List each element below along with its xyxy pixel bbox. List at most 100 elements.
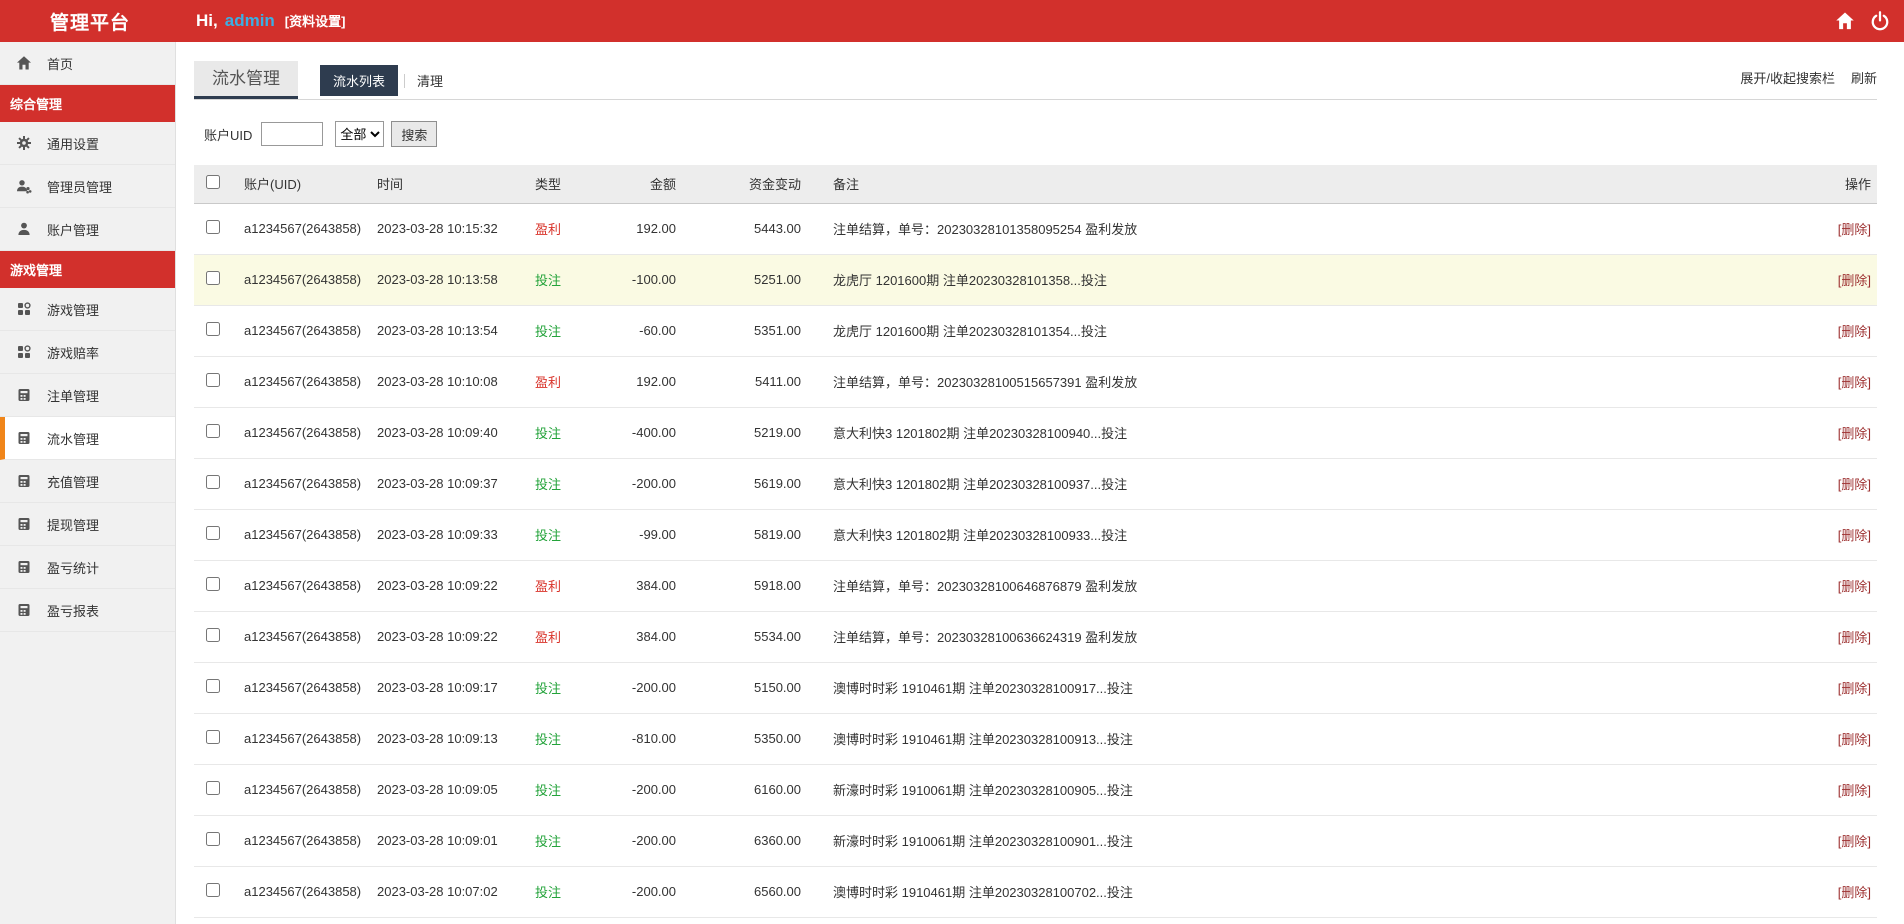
sidebar-item-11[interactable]: 提现管理: [0, 503, 175, 546]
sidebar: 首页 综合管理 通用设置 管理员管理 账户管理 游戏管理 游戏管理 游戏赔率 注单管理 流水管理充…: [0, 42, 176, 924]
sidebar-item-8[interactable]: 注单管理: [0, 374, 175, 417]
col-ops: 操作: [1802, 165, 1877, 204]
row-checkbox[interactable]: [206, 220, 220, 234]
row-checkbox[interactable]: [206, 373, 220, 387]
cell-amount: -100.00: [619, 254, 684, 306]
sidebar-item-4[interactable]: 账户管理: [0, 208, 175, 251]
sidebar-item-label: 流水管理: [47, 431, 100, 447]
page-tab-flow-management[interactable]: 流水管理: [194, 61, 298, 99]
sidebar-section-1: 综合管理: [0, 85, 175, 122]
sidebar-item-7[interactable]: 游戏赔率: [0, 331, 175, 374]
delete-link[interactable]: [删除]: [1838, 222, 1871, 237]
delete-link[interactable]: [删除]: [1838, 630, 1871, 645]
cell-remark: 澳博时时彩 1910461期 注单20230328100917...投注: [809, 662, 1802, 714]
row-checkbox[interactable]: [206, 424, 220, 438]
cell-remark: 注单结算，单号：20230328100646876879 盈利发放: [809, 560, 1802, 612]
cell-type: 投注: [529, 254, 619, 306]
cell-amount: -810.00: [619, 713, 684, 765]
type-select[interactable]: 全部: [335, 121, 385, 147]
delete-link[interactable]: [删除]: [1838, 885, 1871, 900]
sidebar-item-label: 通用设置: [47, 136, 100, 152]
select-all-checkbox[interactable]: [206, 175, 220, 190]
cell-balance: 5411.00: [684, 356, 809, 408]
table-row: a1234567(2643858) 2023-03-28 10:09:05 投注 -2…: [194, 764, 1877, 816]
sidebar-item-2[interactable]: 通用设置: [0, 122, 175, 165]
delete-link[interactable]: [删除]: [1838, 477, 1871, 492]
form-icon: [16, 516, 32, 532]
sidebar-item-10[interactable]: 充值管理: [0, 460, 175, 503]
user-icon: [16, 221, 32, 237]
cell-balance: 6360.00: [684, 815, 809, 867]
row-checkbox[interactable]: [206, 781, 220, 795]
row-checkbox[interactable]: [206, 730, 220, 744]
sidebar-item-12[interactable]: 盈亏统计: [0, 546, 175, 589]
sidebar-item-9[interactable]: 流水管理: [0, 417, 175, 460]
cell-amount: -200.00: [619, 815, 684, 867]
cell-time: 2023-03-28 10:09:22: [369, 611, 529, 663]
cell-amount: -200.00: [619, 764, 684, 816]
sidebar-item-13[interactable]: 盈亏报表: [0, 589, 175, 632]
uid-input[interactable]: [261, 122, 324, 146]
cell-remark: 注单结算，单号：20230328101358095254 盈利发放: [809, 203, 1802, 255]
cell-balance: 5534.00: [684, 611, 809, 663]
table-row: a1234567(2643858) 2023-03-28 10:07:02 投注 -2…: [194, 866, 1877, 918]
delete-link[interactable]: [删除]: [1838, 732, 1871, 747]
cell-remark: 意大利快3 1201802期 注单20230328100937...投注: [809, 458, 1802, 510]
cell-time: 2023-03-28 10:10:08: [369, 356, 529, 408]
cell-type: 投注: [529, 407, 619, 459]
delete-link[interactable]: [删除]: [1838, 375, 1871, 390]
cell-type: 投注: [529, 764, 619, 816]
cell-balance: 5443.00: [684, 203, 809, 255]
cell-remark: 澳博时时彩 1910461期 注单20230328100702...投注: [809, 866, 1802, 918]
delete-link[interactable]: [删除]: [1838, 273, 1871, 288]
sidebar-item-label: 游戏管理: [47, 302, 100, 318]
sidebar-item-0[interactable]: 首页: [0, 42, 175, 85]
row-checkbox[interactable]: [206, 271, 220, 285]
sub-tabs: 流水列表 清理: [320, 65, 453, 96]
delete-link[interactable]: [删除]: [1838, 783, 1871, 798]
sidebar-item-label: 首页: [47, 56, 74, 72]
form-icon: [16, 387, 32, 403]
profile-settings-link[interactable]: [资料设置]: [285, 11, 346, 30]
sidebar-item-6[interactable]: 游戏管理: [0, 288, 175, 331]
col-time: 时间: [369, 165, 529, 204]
cell-uid: a1234567(2643858): [234, 611, 369, 663]
home-icon[interactable]: [1835, 11, 1855, 31]
refresh-link[interactable]: 刷新: [1851, 68, 1877, 87]
row-checkbox[interactable]: [206, 526, 220, 540]
delete-link[interactable]: [删除]: [1838, 681, 1871, 696]
power-icon[interactable]: [1870, 11, 1890, 31]
cell-amount: -400.00: [619, 407, 684, 459]
cell-remark: 注单结算，单号：20230328100515657391 盈利发放: [809, 356, 1802, 408]
row-checkbox[interactable]: [206, 628, 220, 642]
sidebar-item-3[interactable]: 管理员管理: [0, 165, 175, 208]
cell-uid: a1234567(2643858): [234, 356, 369, 408]
sidebar-section-label: 综合管理: [10, 97, 63, 112]
row-checkbox[interactable]: [206, 577, 220, 591]
toggle-search-link[interactable]: 展开/收起搜索栏: [1740, 68, 1835, 87]
delete-link[interactable]: [删除]: [1838, 528, 1871, 543]
table-row: a1234567(2643858) 2023-03-28 10:09:37 投注 -2…: [194, 458, 1877, 510]
delete-link[interactable]: [删除]: [1838, 834, 1871, 849]
cell-uid: a1234567(2643858): [234, 764, 369, 816]
row-checkbox[interactable]: [206, 475, 220, 489]
delete-link[interactable]: [删除]: [1838, 324, 1871, 339]
row-checkbox[interactable]: [206, 883, 220, 897]
table-row: a1234567(2643858) 2023-03-28 10:13:54 投注 -6…: [194, 305, 1877, 357]
grid-icon: [16, 301, 32, 317]
table-row: a1234567(2643858) 2023-03-28 10:09:22 盈利 38…: [194, 560, 1877, 612]
row-checkbox[interactable]: [206, 679, 220, 693]
tab-flow-list[interactable]: 流水列表: [320, 65, 399, 96]
cell-remark: 意大利快3 1201802期 注单20230328100933...投注: [809, 509, 1802, 561]
delete-link[interactable]: [删除]: [1838, 426, 1871, 441]
search-button[interactable]: 搜索: [391, 121, 438, 147]
cell-amount: -200.00: [619, 458, 684, 510]
table-row: a1234567(2643858) 2023-03-28 10:10:08 盈利 19…: [194, 356, 1877, 408]
table-row: a1234567(2643858) 2023-03-28 10:09:22 盈利 38…: [194, 611, 1877, 663]
cell-amount: 192.00: [619, 203, 684, 255]
row-checkbox[interactable]: [206, 322, 220, 336]
delete-link[interactable]: [删除]: [1838, 579, 1871, 594]
row-checkbox[interactable]: [206, 832, 220, 846]
cell-time: 2023-03-28 10:09:40: [369, 407, 529, 459]
tab-clean[interactable]: 清理: [407, 65, 453, 96]
